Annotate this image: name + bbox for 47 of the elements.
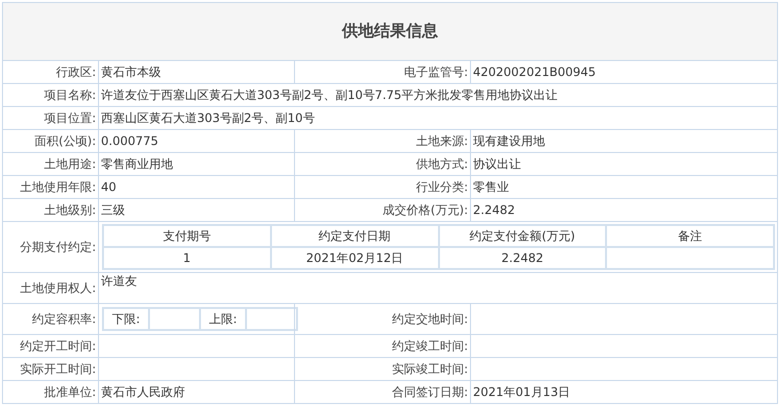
field-value: 零售商业用地: [98, 152, 294, 176]
field-label: 约定竣工时间:: [294, 334, 470, 358]
field-label: 土地使用年限:: [2, 176, 98, 198]
field-label: 项目位置:: [2, 106, 98, 130]
field-label: 行业分类:: [294, 176, 470, 198]
column-header: 支付期号: [103, 225, 271, 247]
column-header: 约定支付金额(万元): [438, 225, 606, 247]
column-header: 约定支付日期: [270, 225, 438, 247]
field-value: 西塞山区黄石大道303号副2号、副10号: [98, 106, 778, 130]
field-value: 2.2482: [470, 198, 778, 222]
page-title: 供地结果信息: [2, 2, 778, 60]
field-value: 黄石市人民政府: [98, 380, 294, 404]
field-label: 供地方式:: [294, 152, 470, 176]
field-label: 行政区:: [2, 60, 98, 84]
column-header: 备注: [606, 225, 774, 247]
field-value: 零售业: [470, 176, 778, 198]
field-label: 批准单位:: [2, 380, 98, 404]
field-label: 土地使用权人:: [2, 272, 98, 304]
field-value: 4202002021B00945: [470, 60, 778, 84]
field-value: 许道友: [98, 272, 778, 304]
table-cell: 2021年02月12日: [270, 247, 438, 269]
field-label: 项目名称:: [2, 84, 98, 106]
field-label: 实际竣工时间:: [294, 358, 470, 380]
field-value: 协议出让: [470, 152, 778, 176]
field-label: 约定交地时间:: [294, 304, 470, 334]
field-label: 约定容积率:: [2, 304, 98, 334]
field-value: 三级: [98, 198, 294, 222]
field-label: 土地来源:: [294, 130, 470, 152]
field-label: 电子监管号:: [294, 60, 470, 84]
field-value: 40: [98, 176, 294, 198]
field-label: 成交价格(万元):: [294, 198, 470, 222]
field-label: 上限:: [200, 308, 246, 330]
field-label: 下限:: [103, 308, 149, 330]
field-label: 分期支付约定:: [2, 222, 98, 272]
field-value: 现有建设用地: [470, 130, 778, 152]
field-label: 土地用途:: [2, 152, 98, 176]
field-value: 0.000775: [98, 130, 294, 152]
table-cell: 2.2482: [438, 247, 606, 269]
field-value: 2021年01月13日: [470, 380, 778, 404]
field-label: 合同签订日期:: [294, 380, 470, 404]
field-label: 约定开工时间:: [2, 334, 98, 358]
table-cell: 1: [103, 247, 271, 269]
field-value: 黄石市本级: [98, 60, 294, 84]
field-label: 实际开工时间:: [2, 358, 98, 380]
field-value: 许道友位于西塞山区黄石大道303号副2号、副10号7.75平方米批发零售用地协议出让: [98, 84, 778, 106]
field-label: 土地级别:: [2, 198, 98, 222]
field-label: 面积(公顷):: [2, 130, 98, 152]
